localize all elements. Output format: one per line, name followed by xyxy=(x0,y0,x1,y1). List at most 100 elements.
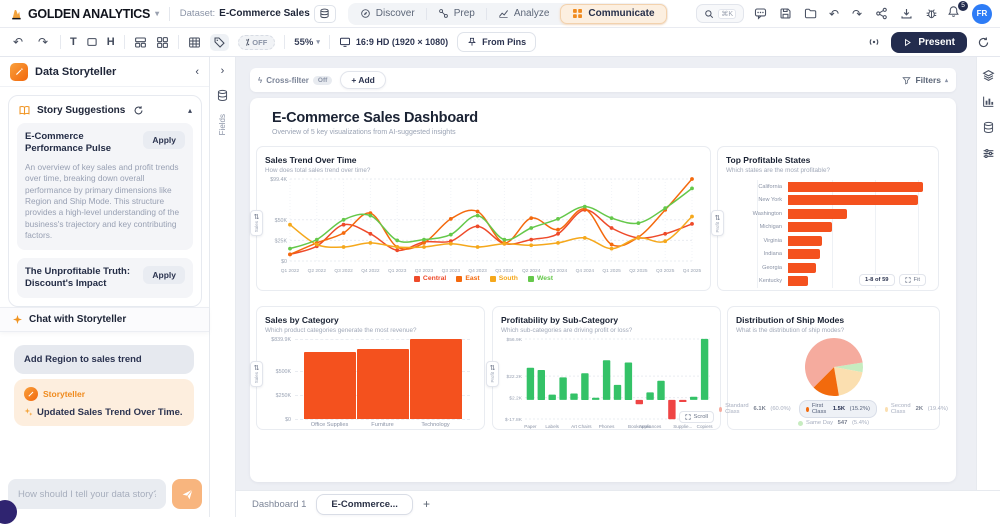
broadcast-icon[interactable] xyxy=(867,35,881,49)
panel-title: Data Storyteller xyxy=(35,66,116,78)
chart-panel-icon[interactable] xyxy=(982,95,995,108)
bug-report-button[interactable] xyxy=(922,5,940,23)
layout-split-button[interactable] xyxy=(134,36,147,49)
collapse-panel-icon[interactable]: ‹ xyxy=(195,66,199,78)
apply-button[interactable]: Apply xyxy=(143,131,185,149)
refresh-icon[interactable] xyxy=(133,105,144,116)
undo-button[interactable]: ↶ xyxy=(826,7,842,21)
send-button[interactable] xyxy=(172,479,202,509)
add-tab-button[interactable]: + xyxy=(423,497,430,511)
axis-sort-handle[interactable]: ⇅Sales xyxy=(250,210,263,236)
bar-row[interactable]: Georgia xyxy=(726,261,930,275)
dataset-database-button[interactable] xyxy=(314,5,336,23)
pie-legend-item[interactable]: Standard Class 6.1K (60.0%) xyxy=(719,400,791,418)
bar-row[interactable]: Michigan xyxy=(726,221,930,235)
undo-button[interactable]: ↶ xyxy=(10,35,26,49)
suggestion-body: An overview of key sales and profit tren… xyxy=(25,162,185,242)
axis-sort-handle[interactable]: ⇅Sales xyxy=(250,361,263,387)
add-button[interactable]: + Add xyxy=(340,71,386,89)
table-grid-button[interactable] xyxy=(188,36,201,49)
collapse-section-icon[interactable]: ▴ xyxy=(188,106,192,115)
folder-button[interactable] xyxy=(801,5,819,23)
svg-text:Labels: Labels xyxy=(545,424,559,429)
scroll-button[interactable]: Scroll xyxy=(679,411,715,423)
dashboard-title[interactable]: E-Commerce Sales Dashboard xyxy=(272,110,478,126)
dataset-value[interactable]: E-Commerce Sales xyxy=(219,8,310,19)
svg-text:Q4 2022: Q4 2022 xyxy=(361,268,380,274)
heading-tool-button[interactable]: H xyxy=(107,36,115,48)
tab-analyze[interactable]: Analyze xyxy=(487,4,561,24)
bar[interactable] xyxy=(304,352,356,419)
database-panel-icon[interactable] xyxy=(982,121,995,134)
snap-toggle[interactable]: ⁒ OFF xyxy=(238,35,276,50)
tab-ecommerce[interactable]: E-Commerce... xyxy=(316,494,413,515)
fields-database-icon[interactable] xyxy=(216,89,229,102)
bar-row[interactable]: Virginia xyxy=(726,234,930,248)
tab-communicate[interactable]: Communicate xyxy=(560,4,666,24)
notifications-button[interactable]: 5 xyxy=(947,5,965,23)
apply-button[interactable]: Apply xyxy=(143,266,185,284)
comment-button[interactable] xyxy=(751,5,769,23)
dataset-selector: Dataset: E-Commerce Sales xyxy=(180,5,336,23)
labels-toggle-button[interactable] xyxy=(210,34,229,51)
chevron-down-icon[interactable]: ▾ xyxy=(155,9,159,18)
history-icon[interactable] xyxy=(977,36,990,49)
share-icon[interactable] xyxy=(872,5,890,23)
chart-card-top-states: ⇅Profit Top Profitable States Which stat… xyxy=(717,146,939,291)
download-button[interactable] xyxy=(897,5,915,23)
axis-sort-handle[interactable]: ⇅Profit xyxy=(711,210,724,236)
pie-legend-item[interactable]: Second Class 2K (19.4%) xyxy=(885,400,948,418)
pie-chart-plot xyxy=(736,336,931,398)
svg-text:Copiers: Copiers xyxy=(697,424,714,429)
zoom-dropdown[interactable]: 55% ▾ xyxy=(294,37,320,48)
pie-legend-item[interactable]: First Class 1.5K (15.2%) xyxy=(799,400,877,418)
bar-row[interactable]: Indiana xyxy=(726,248,930,262)
pie-legend: Standard Class 6.1K (60.0%)First Class 1… xyxy=(736,400,931,426)
legend-item[interactable]: Central xyxy=(414,275,446,282)
legend-item[interactable]: East xyxy=(456,275,479,282)
bar[interactable] xyxy=(357,349,409,419)
funnel-icon xyxy=(902,76,911,85)
chat-with-storyteller-header[interactable]: Chat with Storyteller xyxy=(0,307,209,332)
layers-icon[interactable] xyxy=(982,69,995,82)
svg-text:Q1 2025: Q1 2025 xyxy=(602,268,621,274)
redo-button[interactable]: ↷ xyxy=(35,35,51,49)
redo-button[interactable]: ↷ xyxy=(849,7,865,21)
bar-row[interactable]: California xyxy=(726,180,930,194)
search-button[interactable]: ⌘K xyxy=(696,4,744,23)
tab-dashboard-1[interactable]: Dashboard 1 xyxy=(252,499,306,510)
text-tool-button[interactable]: T xyxy=(70,36,77,48)
brand[interactable]: GOLDEN ANALYTICS ▾ xyxy=(8,6,159,21)
bar[interactable] xyxy=(410,339,462,419)
pie-legend-item[interactable]: Same Day 547 (5.4%) xyxy=(798,420,869,426)
data-storyteller-panel: Data Storyteller ‹ Story Suggestions ▴ E… xyxy=(0,57,210,517)
canvas-size-control[interactable]: 16:9 HD (1920 × 1080) xyxy=(339,36,448,48)
present-button[interactable]: Present xyxy=(891,32,967,53)
layout-grid-button[interactable] xyxy=(156,36,169,49)
sparkles-icon xyxy=(24,407,33,416)
tab-prep[interactable]: Prep xyxy=(427,4,486,24)
bar-row[interactable]: Washington xyxy=(726,207,930,221)
from-pins-button[interactable]: From Pins xyxy=(457,32,536,52)
axis-sort-handle[interactable]: ⇅Profit xyxy=(486,361,499,387)
chat-input[interactable] xyxy=(8,479,166,509)
expand-fields-icon[interactable]: › xyxy=(221,65,225,77)
assistant-message-text: Updated Sales Trend Over Time. xyxy=(37,407,183,418)
save-button[interactable] xyxy=(776,5,794,23)
dashboard-canvas: ϟ Cross-filter Off + Add Filters ▴ E-Com… xyxy=(236,57,976,490)
cross-filter-toggle[interactable]: ϟ Cross-filter Off xyxy=(258,76,332,85)
settings-sliders-icon[interactable] xyxy=(982,147,995,160)
pagination-badge[interactable]: 1-8 of 59 xyxy=(859,274,895,286)
svg-text:Q3 2025: Q3 2025 xyxy=(656,268,675,274)
fit-button[interactable]: Fit xyxy=(899,274,926,286)
shape-tool-button[interactable] xyxy=(86,36,98,48)
svg-text:Paper: Paper xyxy=(524,424,537,429)
avatar[interactable]: FR xyxy=(972,4,992,24)
legend-item[interactable]: West xyxy=(528,275,553,282)
assistant-chat-message: Storyteller Updated Sales Trend Over Tim… xyxy=(14,379,194,426)
tab-discover[interactable]: Discover xyxy=(349,4,426,24)
legend-item[interactable]: South xyxy=(490,275,518,282)
filters-button[interactable]: Filters ▴ xyxy=(902,75,948,85)
chat-widget-blob[interactable] xyxy=(0,500,17,524)
bar-row[interactable]: New York xyxy=(726,194,930,208)
